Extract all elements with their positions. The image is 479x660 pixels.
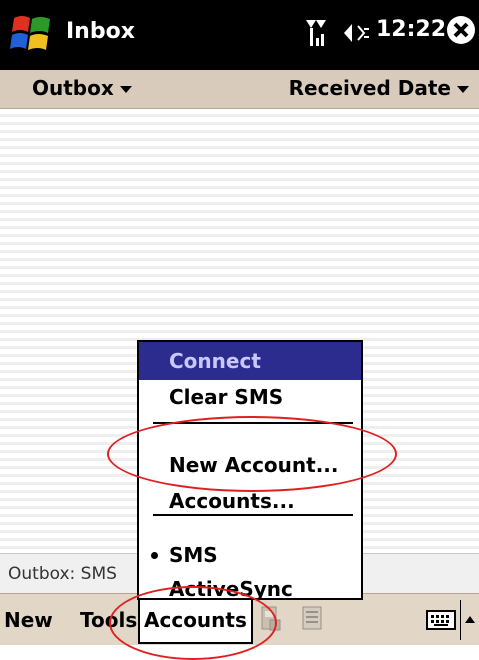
- close-icon[interactable]: [446, 15, 476, 45]
- chevron-down-icon: [457, 86, 469, 93]
- menu-item-sms-label: SMS: [169, 543, 218, 567]
- menu-item-sms[interactable]: SMS: [139, 536, 361, 574]
- annotation-ellipse-accounts: [109, 586, 277, 660]
- title-bar: Inbox 12:22: [0, 0, 479, 70]
- chevron-down-icon: [119, 86, 132, 93]
- filter-bar: Outbox Received Date: [0, 70, 479, 109]
- sort-label: Received Date: [288, 76, 451, 100]
- chevron-up-icon[interactable]: [465, 616, 475, 623]
- selected-bullet-icon: [151, 552, 158, 559]
- folder-list-icon[interactable]: [300, 604, 326, 634]
- annotation-ellipse-new-account: [107, 416, 397, 492]
- status-text: Outbox: SMS: [8, 564, 117, 584]
- input-panel-divider: [460, 600, 461, 640]
- signal-icon[interactable]: [304, 16, 332, 48]
- sort-dropdown[interactable]: Received Date: [289, 76, 469, 100]
- app-title: Inbox: [66, 19, 135, 44]
- volume-icon[interactable]: [340, 20, 370, 46]
- keyboard-icon[interactable]: [426, 608, 456, 632]
- new-menu[interactable]: New: [4, 608, 53, 632]
- folder-label: Outbox: [32, 76, 114, 100]
- clock[interactable]: 12:22: [376, 17, 446, 42]
- folder-dropdown[interactable]: Outbox: [32, 76, 132, 100]
- menu-item-connect[interactable]: Connect: [139, 342, 361, 380]
- menu-divider: [153, 514, 353, 516]
- menu-item-clear-sms[interactable]: Clear SMS: [139, 378, 361, 416]
- windows-start-icon[interactable]: [10, 10, 56, 58]
